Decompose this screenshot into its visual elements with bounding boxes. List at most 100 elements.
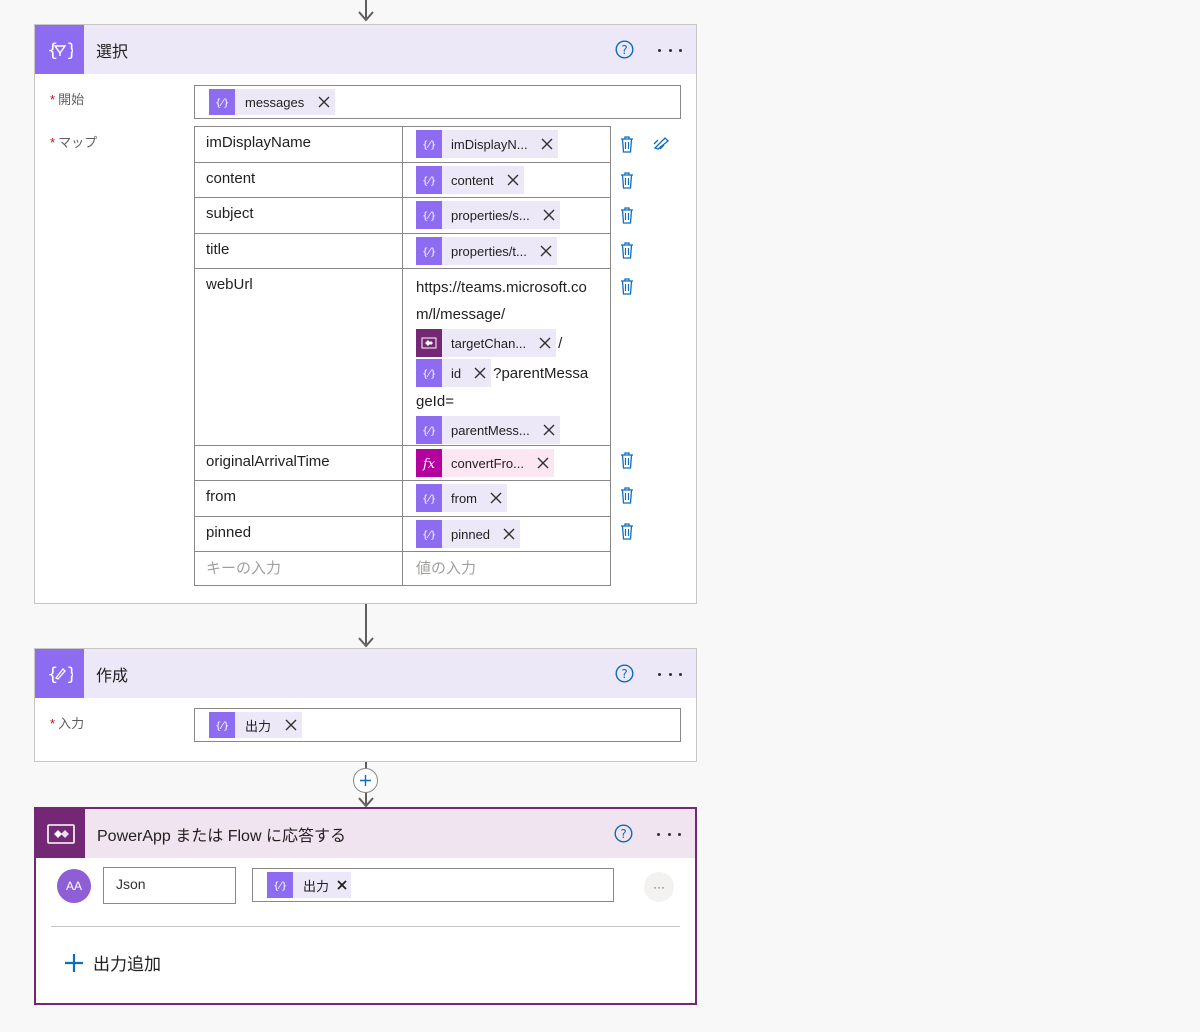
remove-token-icon[interactable] [538, 416, 560, 444]
output-token[interactable]: {⁄} 出力 [267, 872, 352, 898]
text-type-avatar: AA [57, 869, 91, 903]
help-icon[interactable]: ? [615, 40, 634, 64]
map-key[interactable]: pinned [194, 516, 403, 552]
delete-row-icon[interactable] [619, 522, 635, 545]
svg-text:{: { [47, 40, 58, 61]
remove-token-icon[interactable] [280, 712, 302, 738]
variable-icon: {⁄} [209, 712, 235, 738]
remove-token-icon[interactable] [469, 359, 491, 387]
id-token[interactable]: {⁄} id [416, 359, 492, 387]
insert-step-button[interactable] [353, 768, 378, 793]
respond-action-header[interactable]: PowerApp または Flow に応答する ? [36, 809, 695, 858]
map-key[interactable]: imDisplayName [194, 126, 403, 163]
map-value[interactable]: {⁄} properties/s... [402, 197, 611, 234]
delete-row-icon[interactable] [619, 277, 635, 300]
from-token[interactable]: {⁄} from [416, 484, 507, 512]
remove-token-icon[interactable] [333, 872, 351, 898]
delete-row-icon[interactable] [619, 171, 635, 194]
imdisplayname-token[interactable]: {⁄} imDisplayN... [416, 130, 558, 158]
map-key[interactable]: content [194, 162, 403, 198]
subject-token[interactable]: {⁄} properties/s... [416, 201, 560, 229]
map-value[interactable]: {⁄} imDisplayN... [402, 126, 611, 163]
variable-icon: {⁄} [416, 520, 442, 548]
map-value[interactable]: {⁄} content [402, 162, 611, 198]
value-input-placeholder[interactable]: 値の入力 [402, 551, 611, 586]
delete-row-icon[interactable] [619, 451, 635, 474]
targetchannel-token[interactable]: targetChan... [416, 329, 557, 357]
respond-action-title: PowerApp または Flow に応答する [97, 827, 346, 845]
table-row: subject {⁄} properties/s... [194, 197, 611, 234]
remove-token-icon[interactable] [535, 237, 557, 265]
select-action-title: 選択 [96, 43, 129, 61]
delete-row-icon[interactable] [619, 486, 635, 509]
weburl-text-2: m/l/message/ [416, 306, 506, 323]
output-token[interactable]: {⁄} 出力 [209, 712, 303, 738]
switch-to-text-mode-icon[interactable] [653, 136, 671, 155]
remove-token-icon[interactable] [485, 484, 507, 512]
svg-text:{⁄}: {⁄} [422, 247, 436, 257]
convertfrom-token[interactable]: fx convertFro... [416, 449, 554, 477]
more-options-icon[interactable] [657, 825, 681, 843]
compose-action-card: {} 作成 ? *入力 {⁄} 出力 [34, 648, 697, 762]
variable-icon: {⁄} [416, 359, 442, 387]
remove-token-icon[interactable] [532, 449, 554, 477]
map-table: imDisplayName {⁄} imDisplayN... content {… [194, 126, 611, 586]
svg-text:fx: fx [422, 457, 436, 471]
compose-input[interactable]: {⁄} 出力 [194, 708, 681, 742]
divider [51, 926, 680, 927]
powerapps-icon [416, 329, 442, 357]
remove-token-icon[interactable] [502, 166, 524, 194]
remove-token-icon[interactable] [536, 130, 558, 158]
svg-text:{⁄}: {⁄} [273, 881, 287, 891]
delete-row-icon[interactable] [619, 241, 635, 264]
map-value[interactable]: {⁄} properties/t... [402, 233, 611, 269]
map-key[interactable]: webUrl [194, 268, 403, 446]
output-name-input[interactable]: Json [103, 867, 236, 904]
select-action-header[interactable]: {} 選択 ? [35, 25, 696, 74]
select-action-icon: {} [35, 25, 84, 74]
remove-token-icon[interactable] [313, 89, 335, 115]
from-label: * 開始 [50, 92, 85, 107]
map-value[interactable]: fx convertFro... [402, 445, 611, 481]
variable-icon: {⁄} [416, 237, 442, 265]
output-value-input[interactable]: {⁄} 出力 [252, 868, 614, 902]
svg-text:?: ? [620, 827, 626, 841]
svg-text:{⁄}: {⁄} [215, 98, 229, 108]
map-key[interactable]: originalArrivalTime [194, 445, 403, 481]
map-value[interactable]: {⁄} from [402, 480, 611, 517]
map-key[interactable]: subject [194, 197, 403, 234]
title-token[interactable]: {⁄} properties/t... [416, 237, 557, 265]
connector-arrow-top [354, 0, 378, 24]
compose-action-icon: {} [35, 649, 84, 698]
map-key[interactable]: from [194, 480, 403, 517]
help-icon[interactable]: ? [615, 664, 634, 688]
more-options-icon[interactable] [658, 665, 682, 683]
field-more-options-button[interactable]: ··· [644, 872, 674, 902]
connector-arrow [354, 604, 378, 648]
svg-text:{⁄}: {⁄} [422, 176, 436, 186]
delete-row-icon[interactable] [619, 135, 635, 158]
pinned-token[interactable]: {⁄} pinned [416, 520, 521, 548]
help-icon[interactable]: ? [614, 824, 633, 848]
svg-text:{⁄}: {⁄} [422, 369, 436, 379]
messages-token[interactable]: {⁄} messages [209, 89, 336, 115]
from-input[interactable]: {⁄} messages [194, 85, 681, 119]
parentmessage-token[interactable]: {⁄} parentMess... [416, 416, 560, 444]
remove-token-icon[interactable] [534, 329, 556, 357]
more-options-icon[interactable] [658, 41, 682, 59]
table-row: originalArrivalTime fx convertFro... [194, 445, 611, 481]
map-value[interactable]: {⁄} pinned [402, 516, 611, 552]
svg-text:{⁄}: {⁄} [422, 140, 436, 150]
compose-action-header[interactable]: {} 作成 ? [35, 649, 696, 698]
remove-token-icon[interactable] [498, 520, 520, 548]
table-row: imDisplayName {⁄} imDisplayN... [194, 126, 611, 163]
remove-token-icon[interactable] [538, 201, 560, 229]
delete-row-icon[interactable] [619, 206, 635, 229]
variable-icon: {⁄} [209, 89, 235, 115]
key-input-placeholder[interactable]: キーの入力 [194, 551, 403, 586]
content-token[interactable]: {⁄} content [416, 166, 524, 194]
map-key[interactable]: title [194, 233, 403, 269]
plus-icon [360, 775, 371, 786]
map-value[interactable]: https://teams.microsoft.co m/l/message/ … [402, 268, 611, 446]
add-output-button[interactable]: 出力追加 [64, 950, 161, 975]
